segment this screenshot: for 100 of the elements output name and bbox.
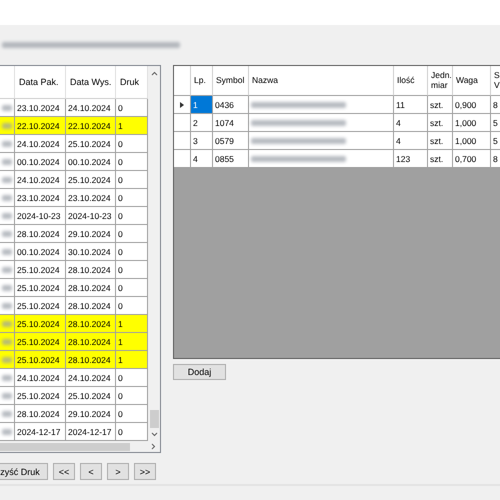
scroll-thumb[interactable] (0, 442, 130, 450)
table-cell: 24.10.2024 (66, 99, 116, 117)
table-cell: 0 (116, 369, 148, 387)
table-cell: 25.10.2024 (66, 387, 116, 405)
table-cell: szt. (428, 96, 453, 114)
table-cell: 00.10.2024 (15, 153, 66, 171)
table-cell: 0436 (213, 96, 249, 114)
table-cell: 123 (394, 150, 428, 168)
table-cell: 2024-12-17 (15, 423, 66, 441)
table-cell[interactable]: 2 (191, 114, 213, 132)
table-cell: 0 (116, 243, 148, 261)
table-cell: 4 (394, 114, 428, 132)
table-cell: 25.10.2024 (15, 261, 66, 279)
table-cell: 24.10.2024 (15, 135, 66, 153)
table-cell: 23.10.2024 (15, 99, 66, 117)
table-cell: 0 (116, 99, 148, 117)
table-cell: 1 (116, 333, 148, 351)
table-cell: 0 (116, 297, 148, 315)
horizontal-scrollbar[interactable] (0, 441, 160, 452)
add-button[interactable]: Dodaj (173, 364, 226, 380)
table-cell: 00.10.2024 (66, 153, 116, 171)
table-cell: 28.10.2024 (66, 315, 116, 333)
table-cell: 0 (116, 225, 148, 243)
table-cell: 2024-12-17 (66, 423, 116, 441)
table-cell: 25.10.2024 (15, 279, 66, 297)
column-header[interactable]: Waga (453, 66, 491, 96)
table-cell: 0,900 (453, 96, 491, 114)
table-cell: 24.10.2024 (15, 369, 66, 387)
table-cell: 0579 (213, 132, 249, 150)
header-corner (174, 66, 191, 96)
clear-print-button[interactable]: zyść Druk (0, 463, 48, 480)
table-cell: szt. (428, 132, 453, 150)
table-cell: 25.10.2024 (15, 333, 66, 351)
table-cell: 25.10.2024 (66, 135, 116, 153)
column-header[interactable]: Druk (116, 66, 148, 99)
table-cell: 25.10.2024 (15, 297, 66, 315)
table-cell: 2024-10-23 (66, 207, 116, 225)
table-cell: 0 (116, 153, 148, 171)
table-cell: 22.10.2024 (15, 117, 66, 135)
table-cell: 1,000 (453, 114, 491, 132)
table-cell: 23.10.2024 (66, 189, 116, 207)
column-header[interactable]: Nazwa (249, 66, 394, 96)
table-cell: 00.10.2024 (15, 243, 66, 261)
table-cell: 25.10.2024 (15, 387, 66, 405)
table-cell: 5 (491, 132, 500, 150)
table-cell: 25.10.2024 (66, 171, 116, 189)
nav-button[interactable]: >> (134, 463, 156, 480)
nav-button[interactable]: > (107, 463, 129, 480)
table-cell: 0855 (213, 150, 249, 168)
table-cell: 25.10.2024 (15, 351, 66, 369)
column-header[interactable]: Ilość (394, 66, 428, 96)
table-cell: 11 (394, 96, 428, 114)
column-header[interactable]: Lp. (191, 66, 213, 96)
table-cell: 0 (116, 423, 148, 441)
table-cell: 29.10.2024 (66, 225, 116, 243)
table-cell: 8 (491, 96, 500, 114)
table-cell: 24.10.2024 (15, 171, 66, 189)
table-cell: 28.10.2024 (66, 333, 116, 351)
table-cell: 1 (116, 117, 148, 135)
nav-button[interactable]: < (80, 463, 102, 480)
table-cell: 28.10.2024 (66, 351, 116, 369)
table-cell: 1 (116, 351, 148, 369)
table-cell: 8 (491, 150, 500, 168)
table-cell: 29.10.2024 (66, 405, 116, 423)
vertical-scrollbar[interactable] (148, 66, 160, 441)
row-header[interactable] (174, 96, 191, 114)
column-header[interactable]: S V (491, 66, 500, 96)
table-cell: 30.10.2024 (66, 243, 116, 261)
row-pointer-icon (180, 102, 184, 108)
table-cell: 2024-10-23 (15, 207, 66, 225)
table-cell: 0 (116, 279, 148, 297)
table-cell[interactable]: 3 (191, 132, 213, 150)
table-cell: 0 (116, 135, 148, 153)
table-cell: 28.10.2024 (66, 261, 116, 279)
table-cell: 28.10.2024 (66, 279, 116, 297)
table-cell: 25.10.2024 (15, 315, 66, 333)
table-cell: 23.10.2024 (15, 189, 66, 207)
table-cell: 5 (491, 114, 500, 132)
table-cell: 0 (116, 171, 148, 189)
table-cell: 0 (116, 405, 148, 423)
scroll-thumb[interactable] (150, 410, 158, 428)
table-cell: 1 (116, 315, 148, 333)
column-header[interactable]: Data Pak. (15, 66, 66, 99)
table-cell: 22.10.2024 (66, 117, 116, 135)
table-cell: szt. (428, 150, 453, 168)
table-cell[interactable]: 1 (191, 96, 213, 114)
table-cell: 0 (116, 189, 148, 207)
table-cell: 1,000 (453, 132, 491, 150)
table-cell: 28.10.2024 (15, 405, 66, 423)
table-cell: szt. (428, 114, 453, 132)
table-cell[interactable]: 4 (191, 150, 213, 168)
table-cell: 28.10.2024 (15, 225, 66, 243)
table-cell: 0 (116, 207, 148, 225)
table-cell: 0,700 (453, 150, 491, 168)
table-cell: 0 (116, 261, 148, 279)
table-cell: 0 (116, 387, 148, 405)
column-header[interactable]: Data Wys. (66, 66, 116, 99)
nav-button[interactable]: << (53, 463, 75, 480)
column-header[interactable]: Jedn. miar (428, 66, 453, 96)
column-header[interactable]: Symbol (213, 66, 249, 96)
